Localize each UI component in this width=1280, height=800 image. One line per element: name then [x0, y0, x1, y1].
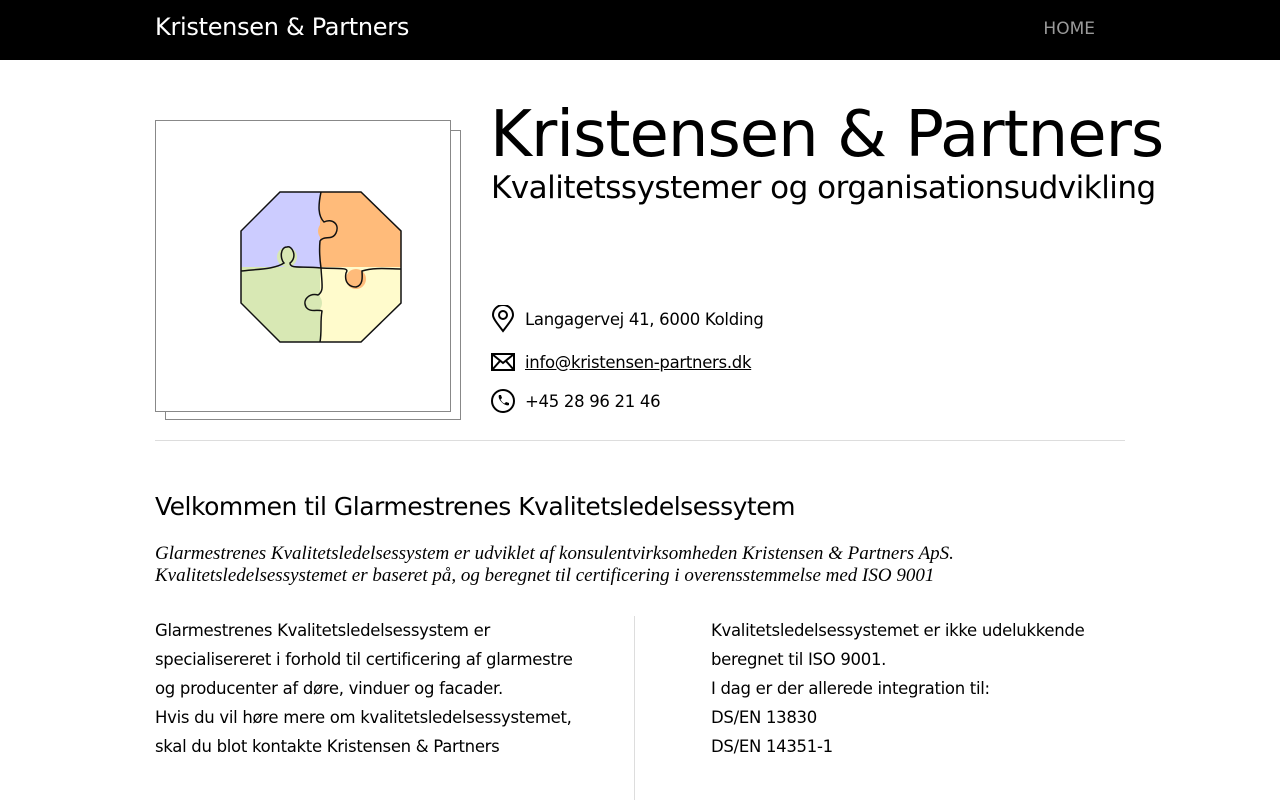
address-text: Langagervej 41, 6000 Kolding	[525, 309, 764, 329]
contact-email: info@kristensen-partners.dk	[491, 348, 752, 376]
location-pin-icon	[491, 305, 515, 333]
text-line: skal du blot kontakte Kristensen & Partn…	[155, 737, 500, 756]
text-line: I dag er der allerede integration til:	[711, 679, 990, 698]
intro-line: Kvalitetsledelsessystemet er baseret på,…	[155, 565, 935, 586]
text-line: beregnet til ISO 9001.	[711, 650, 887, 669]
column-divider	[634, 616, 635, 800]
intro-text: Glarmestrenes Kvalitetsledelsessystem er…	[155, 543, 954, 587]
nav-home-link[interactable]: HOME	[1043, 19, 1095, 39]
divider	[155, 440, 1125, 441]
contact-address: Langagervej 41, 6000 Kolding	[491, 305, 764, 333]
puzzle-logo	[240, 191, 402, 343]
email-link[interactable]: info@kristensen-partners.dk	[525, 353, 752, 372]
page-title: Kristensen & Partners	[490, 98, 1164, 172]
text-line: DS/EN 13830	[711, 708, 817, 727]
phone-text: +45 28 96 21 46	[525, 391, 661, 411]
right-column: Kvalitetsledelsessystemet er ikke udeluk…	[711, 616, 1085, 761]
page-subtitle: Kvalitetssystemer og organisationsudvikl…	[491, 170, 1156, 206]
envelope-icon	[491, 353, 515, 371]
top-navbar: Kristensen & Partners HOME	[0, 0, 1280, 60]
text-line: Hvis du vil høre mere om kvalitetsledels…	[155, 708, 572, 727]
welcome-heading: Velkommen til Glarmestrenes Kvalitetsled…	[155, 492, 795, 521]
contact-phone: +45 28 96 21 46	[491, 387, 661, 415]
text-line: og producenter af døre, vinduer og facad…	[155, 679, 503, 698]
brand-link[interactable]: Kristensen & Partners	[155, 13, 409, 41]
text-line: DS/EN 14351-1	[711, 737, 833, 756]
text-line: Kvalitetsledelsessystemet er ikke udeluk…	[711, 621, 1085, 640]
logo-frame	[155, 120, 451, 412]
text-line: specialisereret i forhold til certificer…	[155, 650, 573, 669]
intro-line: Glarmestrenes Kvalitetsledelsessystem er…	[155, 543, 954, 564]
text-line: Glarmestrenes Kvalitetsledelsessystem er	[155, 621, 490, 640]
phone-icon	[491, 389, 515, 413]
left-column: Glarmestrenes Kvalitetsledelsessystem er…	[155, 616, 573, 761]
